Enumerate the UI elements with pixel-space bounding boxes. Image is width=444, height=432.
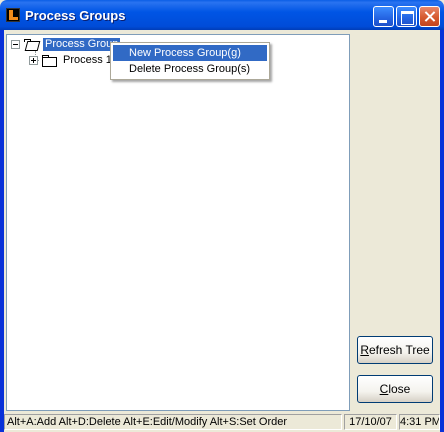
maximize-button[interactable]: [396, 6, 417, 27]
refresh-mnemonic: R: [360, 343, 369, 357]
close-window-button[interactable]: [419, 6, 440, 27]
window-title: Process Groups: [25, 8, 126, 23]
tree-node-child[interactable]: Process 1: [29, 53, 114, 68]
minimize-button[interactable]: [373, 6, 394, 27]
close-label: lose: [388, 382, 411, 396]
tree-node-label[interactable]: Process 1: [61, 54, 114, 67]
status-time: 4:31 PM: [399, 414, 440, 430]
menu-item-new-process-group[interactable]: New Process Group(g): [113, 45, 267, 61]
tree-node-label[interactable]: Process Group: [43, 38, 121, 51]
open-folder-icon: [24, 38, 41, 51]
status-bar: Alt+A:Add Alt+D:Delete Alt+E:Edit/Modify…: [4, 413, 440, 430]
folder-icon: [42, 54, 58, 67]
expand-icon[interactable]: [29, 56, 38, 65]
title-bar[interactable]: Process Groups: [0, 0, 444, 30]
collapse-icon[interactable]: [11, 40, 20, 49]
menu-item-delete-process-group[interactable]: Delete Process Group(s): [113, 61, 267, 77]
refresh-label: efresh Tree: [368, 343, 430, 357]
refresh-tree-button[interactable]: Refresh Tree: [357, 336, 433, 364]
process-group-tree[interactable]: Process Group Process 1: [6, 34, 350, 411]
tree-node-root[interactable]: Process Group: [11, 37, 121, 52]
close-button[interactable]: Close: [357, 375, 433, 403]
close-mnemonic: C: [379, 382, 389, 396]
context-menu: New Process Group(g) Delete Process Grou…: [110, 42, 270, 80]
status-shortcut-hints: Alt+A:Add Alt+D:Delete Alt+E:Edit/Modify…: [4, 414, 342, 430]
window-frame-right: [440, 30, 444, 432]
status-date: 17/10/07: [344, 414, 397, 430]
app-icon: [6, 8, 20, 22]
window-frame-left: [0, 30, 4, 432]
